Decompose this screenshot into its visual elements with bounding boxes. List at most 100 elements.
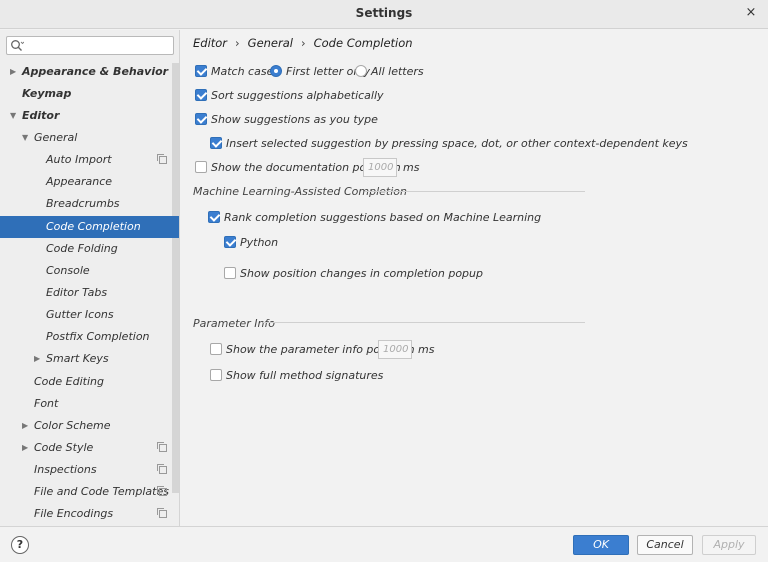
show-doc-popup-checkbox[interactable] (195, 161, 207, 173)
sidebar-item-code-editing[interactable]: Code Editing (0, 371, 179, 393)
sidebar-item-font[interactable]: Font (0, 393, 179, 415)
sidebar-item-inspections[interactable]: Inspections (0, 459, 179, 481)
insert-selected-checkbox[interactable] (210, 137, 222, 149)
breadcrumb-separator: › (235, 36, 240, 50)
breadcrumb-separator: › (300, 36, 306, 50)
sidebar-item-console[interactable]: Console (0, 260, 179, 282)
breadcrumb-item-code-completion: Code Completion (313, 36, 413, 50)
search-input[interactable] (27, 38, 169, 53)
param-section-title: Parameter Info (193, 317, 276, 330)
show-param-popup-checkbox[interactable] (210, 343, 222, 355)
doc-popup-delay-field[interactable]: 1000 (363, 158, 397, 177)
sidebar-item-code-style[interactable]: ▶ Code Style (0, 437, 179, 459)
match-case-checkbox[interactable] (195, 65, 207, 77)
doc-popup-unit: ms (403, 161, 420, 174)
sidebar-item-postfix-completion[interactable]: Postfix Completion (0, 326, 179, 348)
full-signatures-checkbox[interactable] (210, 369, 222, 381)
show-position-changes-row: Show position changes in completion popu… (224, 266, 484, 282)
sidebar-item-keymap[interactable]: Keymap (0, 83, 179, 105)
sidebar-item-code-folding[interactable]: Code Folding (0, 238, 179, 260)
show-position-changes-checkbox[interactable] (224, 267, 236, 279)
sort-alpha-label: Sort suggestions alphabetically (211, 89, 384, 102)
collapse-arrow-icon[interactable]: ▼ (22, 127, 32, 149)
sidebar-item-label: Editor (22, 109, 60, 122)
sidebar-item-color-scheme[interactable]: ▶ Color Scheme (0, 415, 179, 437)
python-checkbox[interactable] (224, 236, 236, 248)
ml-section-divider (365, 191, 585, 192)
expand-arrow-icon[interactable]: ▶ (22, 437, 32, 459)
first-letter-only-radio[interactable] (270, 65, 282, 77)
sidebar-item-editor-tabs[interactable]: Editor Tabs (0, 282, 179, 304)
search-icon (11, 40, 24, 51)
sidebar-item-label: Code Completion (46, 220, 141, 233)
insert-selected-row: Insert selected suggestion by pressing s… (210, 136, 688, 152)
python-label: Python (240, 236, 279, 249)
match-case-label: Match case: (211, 65, 278, 78)
sidebar-item-breadcrumbs[interactable]: Breadcrumbs (0, 193, 179, 215)
show-as-you-type-label: Show suggestions as you type (211, 113, 378, 126)
sidebar-item-label: Inspections (34, 463, 97, 476)
sidebar-item-editor[interactable]: ▼ Editor (0, 105, 179, 127)
show-as-you-type-row: Show suggestions as you type (195, 112, 495, 128)
sidebar-item-gutter-icons[interactable]: Gutter Icons (0, 304, 179, 326)
sidebar-item-label: Appearance & Behavior (22, 65, 169, 78)
project-scope-icon (157, 442, 167, 452)
show-as-you-type-checkbox[interactable] (195, 113, 207, 125)
collapse-arrow-icon[interactable]: ▼ (10, 105, 20, 127)
param-popup-unit: ms (418, 343, 435, 356)
expand-arrow-icon[interactable]: ▶ (10, 61, 20, 83)
sidebar-item-label: Console (46, 264, 90, 277)
dialog-footer: ? OK Cancel Apply (0, 526, 768, 562)
insert-selected-label: Insert selected suggestion by pressing s… (226, 137, 688, 150)
param-popup-delay-field[interactable]: 1000 (378, 340, 412, 359)
project-scope-icon (157, 154, 167, 164)
sidebar-item-auto-import[interactable]: Auto Import (0, 149, 179, 171)
sidebar-item-appearance[interactable]: Appearance (0, 171, 179, 193)
help-icon[interactable]: ? (11, 536, 29, 554)
title-bar: Settings × (0, 0, 768, 29)
rank-ml-row: Rank completion suggestions based on Mac… (208, 210, 541, 226)
show-doc-popup-row: Show the documentation popup in 1000 ms (195, 158, 455, 177)
project-scope-icon (157, 508, 167, 518)
sidebar-item-appearance-behavior[interactable]: ▶ Appearance & Behavior (0, 61, 179, 83)
project-scope-icon (157, 464, 167, 474)
sidebar-item-label: General (34, 131, 78, 144)
settings-sidebar: ▶ Appearance & Behavior Keymap ▼ Editor … (0, 30, 180, 526)
sidebar-item-label: Editor Tabs (46, 286, 108, 299)
sidebar-item-label: Code Folding (46, 242, 118, 255)
breadcrumb: Editor › General › Code Completion (193, 36, 413, 50)
show-position-changes-label: Show position changes in completion popu… (240, 267, 483, 280)
window-title: Settings (355, 6, 413, 20)
sidebar-item-label: Gutter Icons (46, 308, 114, 321)
apply-button[interactable]: Apply (702, 535, 756, 555)
expand-arrow-icon[interactable]: ▶ (22, 415, 32, 437)
project-scope-icon (157, 486, 167, 496)
python-row: Python (224, 235, 344, 251)
sidebar-item-label: Code Style (34, 441, 94, 454)
expand-arrow-icon[interactable]: ▶ (34, 348, 44, 370)
sidebar-item-general[interactable]: ▼ General (0, 127, 179, 149)
cancel-button[interactable]: Cancel (637, 535, 693, 555)
show-param-popup-row: Show the parameter info popup in 1000 ms (210, 340, 470, 359)
breadcrumb-item-editor[interactable]: Editor (193, 36, 227, 50)
ok-button[interactable]: OK (573, 535, 629, 555)
match-case-row: Match case: First letter only All letter… (195, 64, 455, 80)
sidebar-item-label: Keymap (22, 87, 72, 100)
sidebar-item-label: File Encodings (34, 507, 114, 520)
settings-content: Editor › General › Code Completion Match cas… (181, 30, 768, 526)
sidebar-item-label: Auto Import (46, 153, 112, 166)
sidebar-item-label: Appearance (46, 175, 113, 188)
sort-alpha-row: Sort suggestions alphabetically (195, 88, 495, 104)
sort-alpha-checkbox[interactable] (195, 89, 207, 101)
search-box[interactable] (6, 36, 174, 55)
sidebar-item-file-code-templates[interactable]: File and Code Templates (0, 481, 179, 503)
sidebar-item-file-encodings[interactable]: File Encodings (0, 503, 179, 525)
breadcrumb-item-general[interactable]: General (248, 36, 293, 50)
close-icon[interactable]: × (743, 5, 759, 21)
rank-ml-label: Rank completion suggestions based on Mac… (224, 211, 542, 224)
all-letters-radio[interactable] (355, 65, 367, 77)
rank-ml-checkbox[interactable] (208, 211, 220, 223)
sidebar-item-code-completion[interactable]: Code Completion (0, 216, 179, 238)
full-signatures-label: Show full method signatures (226, 369, 384, 382)
sidebar-item-smart-keys[interactable]: ▶ Smart Keys (0, 348, 179, 370)
